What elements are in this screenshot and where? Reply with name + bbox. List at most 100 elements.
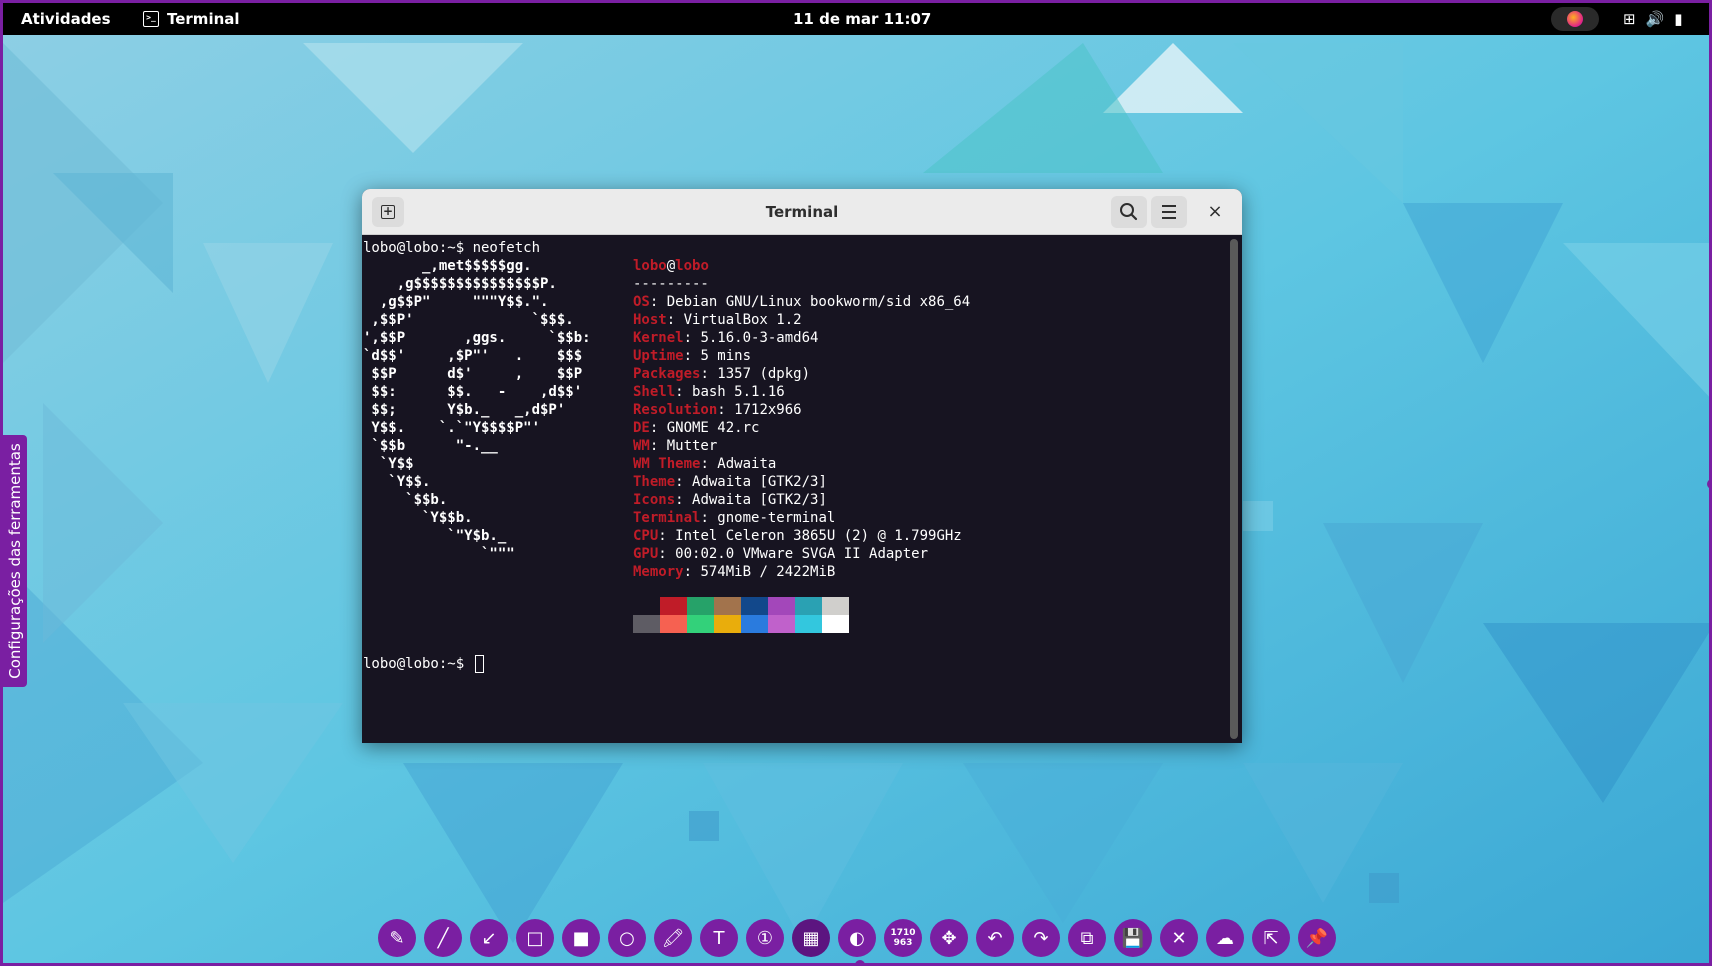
info-value: gnome-terminal (717, 510, 836, 526)
pin-icon: 📌 (1305, 927, 1329, 949)
arrow-tool-button[interactable]: ↙ (470, 919, 508, 957)
info-value: 5 mins (700, 348, 752, 364)
open-with-app-button[interactable]: ⇱ (1252, 919, 1290, 957)
invert-tool-icon: ◐ (849, 927, 865, 949)
activities-button[interactable]: Atividades (21, 3, 111, 35)
undo-button[interactable]: ↶ (976, 919, 1014, 957)
counter-tool-button[interactable]: ① (746, 919, 784, 957)
logo-line: _,met$$$$$gg. (363, 258, 532, 274)
undo-icon: ↶ (987, 927, 1003, 949)
marker-tool-button[interactable]: 🖍 (654, 919, 692, 957)
app-menu-button[interactable]: >_ Terminal (143, 3, 240, 35)
redo-button[interactable]: ↷ (1022, 919, 1060, 957)
logo-line: ,$$P' `$$$. (363, 312, 574, 328)
info-value: Adwaita [GTK2/3] (692, 492, 827, 508)
clock[interactable]: 11 de mar 11:07 (793, 3, 931, 35)
info-value: Intel Celeron 3865U (2) @ 1.799GHz (675, 528, 962, 544)
color-swatch (633, 597, 660, 615)
tool-settings-tab[interactable]: Configurações das ferramentas (3, 435, 27, 687)
battery-icon: ▮ (1674, 10, 1683, 28)
info-line: WM: Mutter (633, 437, 717, 455)
copy-icon: ⧉ (1080, 927, 1094, 949)
text-tool-button[interactable]: T (700, 919, 738, 957)
info-value: Debian GNU/Linux bookworm/sid x86_64 (666, 294, 971, 310)
logo-line: `d$$' ,$P"' . $$$ (363, 348, 583, 364)
logo-line: Y$$. `.`"Y$$$$P"' (363, 420, 541, 436)
size-indicator-button[interactable]: 1710 963 (884, 919, 922, 957)
app-menu-label: Terminal (167, 10, 240, 28)
info-key: Memory (633, 564, 684, 580)
logo-line: `Y$$b. (363, 510, 473, 526)
separator: --------- (633, 276, 709, 292)
info-key: Uptime (633, 348, 684, 364)
info-line: Host: VirtualBox 1.2 (633, 311, 802, 329)
command-line: lobo@lobo:~$ neofetch (363, 239, 540, 257)
logo-line: $$; Y$b._ _,d$P' (363, 402, 566, 418)
new-tab-button[interactable]: + (372, 197, 404, 227)
toolbar-handle[interactable] (855, 960, 865, 963)
window-titlebar[interactable]: + Terminal × (362, 189, 1242, 235)
system-menu[interactable]: ⊞ 🔊 ▮ (1623, 3, 1683, 35)
info-separator: : (675, 492, 693, 508)
save-icon: 💾 (1121, 927, 1145, 949)
info-line: GPU: 00:02.0 VMware SVGA II Adapter (633, 545, 928, 563)
info-line: Resolution: 1712x966 (633, 401, 802, 419)
circle-tool-button[interactable]: ○ (608, 919, 646, 957)
color-swatch (633, 615, 660, 633)
info-value: Mutter (666, 438, 718, 454)
pencil-tool-button[interactable]: ✎ (378, 919, 416, 957)
terminal-window: + Terminal × lobo@lobo:~$ neofetch _,met… (362, 189, 1242, 743)
copy-button[interactable]: ⧉ (1068, 919, 1106, 957)
info-key: DE (633, 420, 650, 436)
info-key: Icons (633, 492, 676, 508)
logo-line: `Y$$ (363, 456, 414, 472)
search-button[interactable] (1111, 196, 1147, 228)
move-tool-button[interactable]: ✥ (930, 919, 968, 957)
logo-line: $$: $$. - ,d$$' (363, 384, 583, 400)
search-icon (1120, 203, 1138, 221)
pin-button[interactable]: 📌 (1298, 919, 1336, 957)
arrow-tool-icon: ↙ (481, 927, 497, 949)
screenshot-tool-icon (1567, 11, 1583, 27)
info-value: 1357 (dpkg) (717, 366, 811, 382)
color-swatch (660, 615, 687, 633)
current-prompt: lobo@lobo:~$ (363, 655, 484, 673)
logo-line: ',$$P ,ggs. `$$b: (363, 330, 591, 346)
info-separator: : (666, 312, 684, 328)
info-value: 1712x966 (734, 402, 802, 418)
host: lobo (675, 258, 709, 274)
info-separator: : (700, 366, 718, 382)
line-tool-icon: ╱ (437, 927, 449, 949)
line-tool-button[interactable]: ╱ (424, 919, 462, 957)
new-tab-icon: + (381, 204, 395, 219)
hamburger-menu-icon (1162, 205, 1176, 219)
scrollbar[interactable] (1230, 239, 1238, 739)
info-key: Kernel (633, 330, 684, 346)
upload-button[interactable]: ☁ (1206, 919, 1244, 957)
user: lobo (633, 258, 667, 274)
color-swatch (660, 597, 687, 615)
invert-tool-button[interactable]: ◐ (838, 919, 876, 957)
screenshot-tool-indicator[interactable] (1551, 7, 1599, 31)
edge-handle[interactable] (1707, 479, 1709, 489)
filled-rectangle-tool-button[interactable]: ■ (562, 919, 600, 957)
close-button[interactable]: × (1205, 202, 1225, 222)
pixelate-tool-icon: ▦ (802, 927, 820, 949)
info-value: 5.16.0-3-amd64 (700, 330, 819, 346)
command: neofetch (472, 240, 541, 256)
color-swatch (822, 615, 849, 633)
pixelate-tool-button[interactable]: ▦ (792, 919, 830, 957)
menu-button[interactable] (1151, 196, 1187, 228)
move-tool-icon: ✥ (941, 927, 957, 949)
logo-line: ,g$$P" """Y$$.". (363, 294, 549, 310)
info-line: Terminal: gnome-terminal (633, 509, 835, 527)
exit-button[interactable]: ✕ (1160, 919, 1198, 957)
save-button[interactable]: 💾 (1114, 919, 1152, 957)
volume-icon: 🔊 (1645, 10, 1665, 28)
info-separator: : (683, 348, 701, 364)
circle-tool-icon: ○ (619, 927, 635, 949)
info-value: Adwaita (717, 456, 777, 472)
terminal-output[interactable]: lobo@lobo:~$ neofetch _,met$$$$$gg. ,g$$… (362, 235, 1228, 743)
color-swatch (768, 615, 795, 633)
rectangle-tool-button[interactable]: □ (516, 919, 554, 957)
